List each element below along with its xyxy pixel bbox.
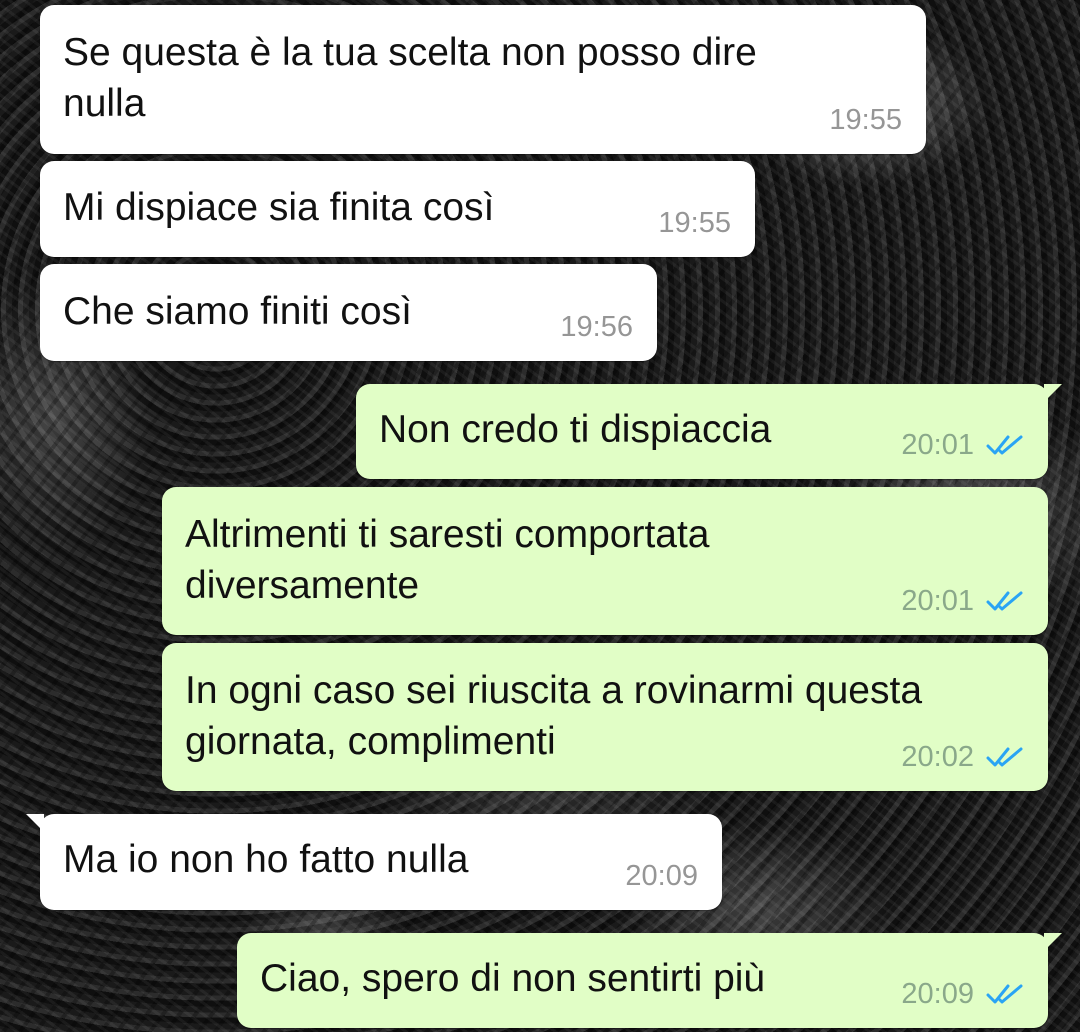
message-meta: 20:01 (901, 429, 1024, 461)
incoming-message-bubble[interactable]: Che siamo finiti così 19:56 (40, 264, 657, 361)
message-meta: 19:55 (658, 207, 731, 239)
message-text: Che siamo finiti così (63, 286, 412, 337)
message-line: nulla (63, 82, 146, 125)
message-text: Mi dispiace sia finita così (63, 182, 494, 233)
message-text: Ma io non ho fatto nulla (63, 834, 468, 885)
outgoing-message-bubble[interactable]: Non credo ti dispiaccia 20:01 (356, 384, 1062, 479)
message-line: diversamente (185, 564, 420, 607)
message-text: Ciao, spero di non sentirti più (260, 953, 765, 1004)
double-check-read-icon (986, 747, 1023, 767)
message-text: In ogni caso sei riuscita a rovinarmi qu… (185, 665, 922, 767)
message-time: 20:01 (901, 429, 974, 461)
message-line: Mi dispiace sia finita così (63, 186, 495, 229)
message-meta: 20:01 (901, 585, 1024, 617)
message-line: Che siamo finiti così (63, 290, 412, 333)
message-meta: 19:55 (829, 104, 902, 136)
message-meta: 19:56 (560, 311, 633, 343)
incoming-message-bubble[interactable]: Ma io non ho fatto nulla 20:09 (26, 814, 722, 910)
incoming-message-bubble[interactable]: Se questa è la tua scelta non posso dire… (40, 5, 926, 154)
message-time: 20:01 (901, 585, 974, 617)
message-meta: 20:02 (901, 741, 1024, 773)
outgoing-message-bubble[interactable]: Altrimenti ti saresti comportata diversa… (162, 487, 1048, 635)
message-line: Altrimenti ti saresti comportata (185, 513, 710, 556)
message-time: 19:56 (560, 311, 633, 343)
message-time: 19:55 (829, 104, 902, 136)
double-check-read-icon (986, 591, 1023, 611)
message-line: Non credo ti dispiaccia (379, 408, 772, 451)
outgoing-message-bubble[interactable]: Ciao, spero di non sentirti più 20:09 (237, 933, 1062, 1028)
message-meta: 20:09 (901, 978, 1024, 1010)
double-check-read-icon (986, 984, 1023, 1004)
message-line: Ma io non ho fatto nulla (63, 838, 469, 881)
message-text: Non credo ti dispiaccia (379, 404, 771, 455)
message-time: 20:09 (625, 860, 698, 892)
message-line: In ogni caso sei riuscita a rovinarmi qu… (185, 669, 923, 712)
incoming-message-bubble[interactable]: Mi dispiace sia finita così 19:55 (40, 161, 755, 257)
message-text: Se questa è la tua scelta non posso dire… (63, 27, 757, 129)
message-line: giornata, complimenti (185, 720, 556, 763)
outgoing-message-bubble[interactable]: In ogni caso sei riuscita a rovinarmi qu… (162, 643, 1048, 791)
double-check-read-icon (986, 435, 1023, 455)
message-line: Ciao, spero di non sentirti più (260, 957, 766, 1000)
bubble-tail (1044, 933, 1062, 951)
message-text: Altrimenti ti saresti comportata diversa… (185, 509, 710, 611)
message-time: 20:02 (901, 741, 974, 773)
message-time: 20:09 (901, 978, 974, 1010)
message-meta: 20:09 (625, 860, 698, 892)
message-line: Se questa è la tua scelta non posso dire (63, 31, 757, 74)
bubble-tail (26, 814, 44, 832)
message-time: 19:55 (658, 207, 731, 239)
bubble-tail (1044, 384, 1062, 402)
